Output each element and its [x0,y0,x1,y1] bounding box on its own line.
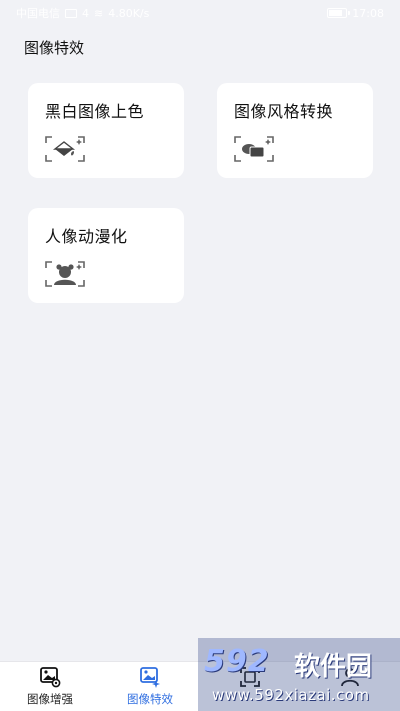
card-label: 人像动漫化 [45,227,128,246]
watermark-logo: 592 [204,644,270,679]
status-right: 17:08 [327,7,384,20]
colorize-icon [45,136,85,162]
hd-icon [65,8,77,18]
image-effects-icon [140,667,160,688]
card-label: 黑白图像上色 [45,102,145,121]
carrier-label: 中国电信 [16,7,60,20]
status-left: 中国电信 4 ≋ 4.80K/s [16,5,149,21]
watermark: 592 软件园 www.592xiazai.com [198,638,400,711]
card-anime-portrait[interactable]: 人像动漫化 [28,208,184,303]
network-speed: 4.80K/s [108,6,150,20]
watermark-name: 软件园 [294,652,373,682]
card-colorize[interactable]: 黑白图像上色 [28,83,184,178]
status-bar: 中国电信 4 ≋ 4.80K/s 17:08 [0,0,400,26]
screen: 中国电信 4 ≋ 4.80K/s 17:08 图像特效 黑白图像上色 图像风格转… [0,0,400,711]
battery-icon [327,8,351,18]
card-style-transfer[interactable]: 图像风格转换 [217,83,373,178]
anime-portrait-icon [45,261,85,287]
card-label: 图像风格转换 [234,102,334,121]
network-label: 4 [82,6,89,20]
style-transfer-icon [234,136,274,162]
tab-image-enhance[interactable]: 图像增强 [0,662,100,711]
watermark-url: www.592xiazai.com [212,686,370,704]
tab-label: 图像特效 [127,692,173,706]
tab-image-effects[interactable]: 图像特效 [100,662,200,711]
clock: 17:08 [352,6,384,20]
tab-label: 图像增强 [27,692,73,706]
wifi-icon: ≋ [94,6,104,20]
image-enhance-icon [40,667,61,688]
page-title: 图像特效 [24,39,85,57]
